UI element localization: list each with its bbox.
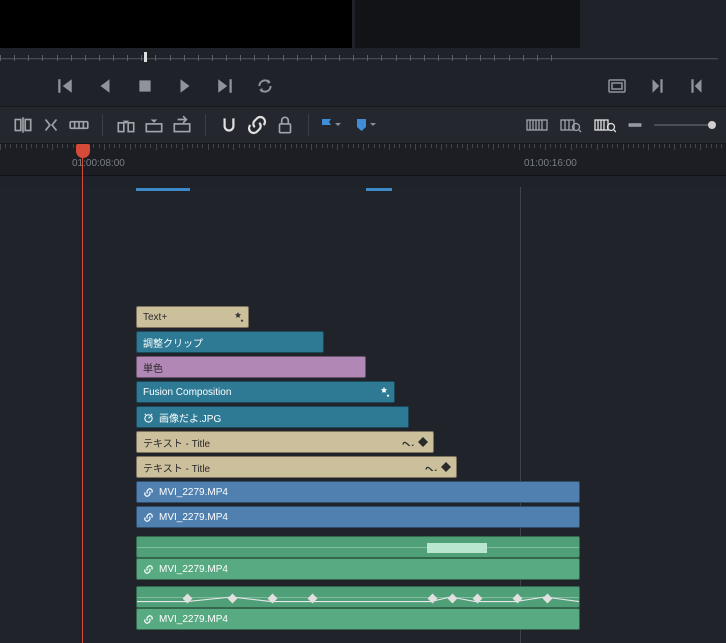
clip-label: Fusion Composition [143, 387, 231, 398]
timeline-tracks[interactable]: Text+ 調整クリップ 単色 Fusion Composition 画像だよ.… [0, 187, 726, 643]
ruler-timecode-2: 01:00:16:00 [524, 158, 577, 169]
flag-dropdown[interactable] [321, 118, 342, 132]
clip-solid-color[interactable]: 単色 [136, 356, 366, 378]
clip-audio-2[interactable]: MVI_2279.MP4 [136, 608, 580, 630]
clip-label: 画像だよ.JPG [159, 410, 221, 425]
curve-icon [402, 436, 414, 448]
viewer-timeline[interactable] [355, 0, 580, 48]
clip-label: MVI_2279.MP4 [159, 564, 228, 575]
stop-button[interactable] [136, 77, 154, 95]
transport-controls [0, 66, 726, 106]
dynamic-trim-icon[interactable] [68, 114, 90, 136]
in-out-mark [136, 188, 190, 191]
clip-label: 単色 [143, 360, 163, 375]
zoom-slider[interactable] [654, 124, 714, 126]
speed-icon [143, 412, 154, 423]
jog-head[interactable] [144, 52, 147, 62]
link-icon[interactable] [246, 114, 268, 136]
match-frame-button[interactable] [608, 77, 626, 95]
insert-clip-icon[interactable] [115, 114, 137, 136]
replace-clip-icon[interactable] [171, 114, 193, 136]
clip-audio-1[interactable]: MVI_2279.MP4 [136, 558, 580, 580]
link-icon [143, 614, 154, 625]
clip-textplus[interactable]: Text+ [136, 306, 249, 328]
lock-icon[interactable] [274, 114, 296, 136]
in-out-mark [366, 188, 392, 191]
clip-audio-2-waveform[interactable] [136, 586, 580, 608]
last-frame-button[interactable] [216, 77, 234, 95]
clip-audio-1-waveform[interactable] [136, 536, 580, 558]
clip-video-2[interactable]: MVI_2279.MP4 [136, 506, 580, 528]
next-edit-button[interactable] [648, 77, 666, 95]
viewer-source[interactable] [0, 0, 352, 48]
jog-bar[interactable] [0, 48, 718, 66]
loop-button[interactable] [256, 77, 274, 95]
link-icon [143, 512, 154, 523]
zoom-custom-icon[interactable] [594, 114, 616, 136]
play-button[interactable] [176, 77, 194, 95]
zoom-slider-handle[interactable] [708, 121, 716, 129]
timeline-ruler[interactable]: 01:00:08:00 01:00:16:00 [0, 144, 726, 176]
snap-icon[interactable] [218, 114, 240, 136]
clip-label: Text+ [143, 312, 167, 323]
clip-label: テキスト - Title [143, 460, 210, 475]
fx-icon [378, 386, 390, 398]
zoom-out-button[interactable] [628, 114, 642, 136]
keyframe-icon [417, 436, 429, 448]
viewer-area [0, 0, 726, 48]
playhead-handle[interactable] [76, 144, 90, 158]
trim-edit-icon[interactable] [40, 114, 62, 136]
zoom-full-icon[interactable] [526, 114, 548, 136]
first-frame-button[interactable] [56, 77, 74, 95]
clip-image[interactable]: 画像だよ.JPG [136, 406, 409, 428]
clip-video-1[interactable]: MVI_2279.MP4 [136, 481, 580, 503]
prev-edit-button[interactable] [688, 77, 706, 95]
zoom-detail-icon[interactable] [560, 114, 582, 136]
clip-label: MVI_2279.MP4 [159, 487, 228, 498]
overwrite-clip-icon[interactable] [143, 114, 165, 136]
clip-label: 調整クリップ [143, 335, 203, 350]
marker-dropdown[interactable] [356, 118, 377, 132]
link-icon [143, 564, 154, 575]
selection-mode-icon[interactable] [12, 114, 34, 136]
clip-fusion[interactable]: Fusion Composition [136, 381, 395, 403]
keyframe-icon [440, 461, 452, 473]
clip-label: MVI_2279.MP4 [159, 614, 228, 625]
clip-title-1[interactable]: テキスト - Title [136, 431, 434, 453]
clip-label: MVI_2279.MP4 [159, 512, 228, 523]
curve-icon [425, 461, 437, 473]
play-reverse-button[interactable] [96, 77, 114, 95]
ruler-timecode-1: 01:00:08:00 [72, 158, 125, 169]
link-icon [143, 487, 154, 498]
fx-icon [232, 311, 244, 323]
clip-title-2[interactable]: テキスト - Title [136, 456, 457, 478]
clip-label: テキスト - Title [143, 435, 210, 450]
clip-adjustment[interactable]: 調整クリップ [136, 331, 324, 353]
timeline-toolbar [0, 106, 726, 144]
